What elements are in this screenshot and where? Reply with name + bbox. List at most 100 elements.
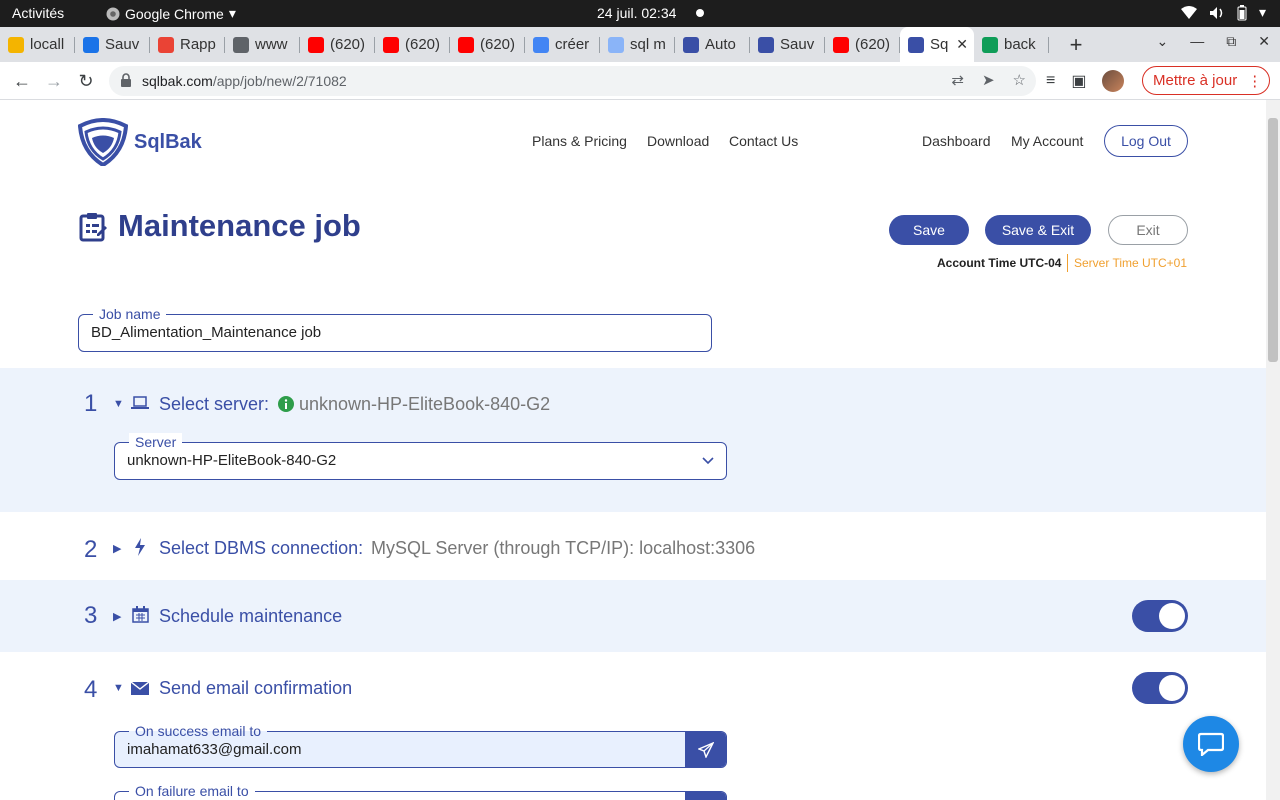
browser-tab[interactable]: (620) — [300, 27, 375, 62]
browser-tab[interactable]: (620) — [825, 27, 900, 62]
page-scrollbar[interactable] — [1266, 100, 1280, 800]
schedule-toggle[interactable] — [1132, 600, 1188, 632]
tab-favicon-icon — [608, 36, 624, 53]
tab-favicon-icon — [908, 36, 924, 53]
chevron-down-icon: ▾ — [1258, 4, 1266, 20]
address-bar[interactable]: sqlbak.com/app/job/new/2/71082 ⇄ ➤ ☆ — [109, 66, 1036, 96]
tab-favicon-icon — [458, 36, 474, 53]
browser-toolbar: ← → ↻ sqlbak.com/app/job/new/2/71082 ⇄ ➤… — [0, 62, 1280, 100]
calendar-icon — [132, 606, 149, 623]
translate-icon[interactable]: ⇄ — [951, 71, 964, 89]
nav-plans-link[interactable]: Plans & Pricing — [532, 133, 627, 149]
browser-tab[interactable]: Sauv — [750, 27, 825, 62]
tab-search-icon[interactable]: ⌄ — [1157, 33, 1169, 50]
browser-tab[interactable]: back — [974, 27, 1049, 62]
app-menu[interactable]: Google Chrome ▾ — [106, 5, 236, 22]
server-select[interactable]: Server unknown-HP-EliteBook-840-G2 — [114, 433, 727, 480]
back-icon[interactable]: ← — [10, 69, 34, 93]
nav-dashboard-link[interactable]: Dashboard — [922, 133, 991, 149]
step-title[interactable]: Send email confirmation — [159, 678, 352, 699]
info-icon — [278, 396, 294, 412]
caret-right-icon[interactable]: ▶ — [113, 610, 121, 623]
send-test-email-button[interactable] — [685, 792, 726, 800]
nav-account-link[interactable]: My Account — [1011, 133, 1083, 149]
close-window-icon[interactable]: ✕ — [1258, 33, 1270, 50]
minimize-icon[interactable]: — — [1190, 33, 1204, 50]
tab-favicon-icon — [158, 36, 174, 53]
restore-icon[interactable]: ⧉ — [1226, 33, 1236, 50]
caret-down-icon[interactable]: ▼ — [113, 398, 124, 410]
step-title[interactable]: Select DBMS connection: — [159, 538, 363, 559]
send-tab-icon[interactable]: ➤ — [982, 71, 995, 89]
job-name-label: Job name — [93, 305, 167, 323]
server-time: Server Time UTC+01 — [1074, 256, 1188, 270]
browser-tab[interactable]: sql m — [600, 27, 675, 62]
volume-icon — [1209, 6, 1223, 19]
step-title[interactable]: Select server: — [159, 394, 269, 415]
step-schedule: 3 ▶ Schedule maintenance — [0, 580, 1266, 652]
server-label: Server — [129, 433, 183, 451]
step-number: 3 — [84, 602, 98, 629]
browser-tab[interactable]: (620) — [375, 27, 450, 62]
save-exit-button[interactable]: Save & Exit — [985, 215, 1091, 245]
scrollbar-thumb[interactable] — [1268, 118, 1278, 362]
side-panel-icon[interactable]: ▣ — [1071, 71, 1086, 91]
browser-tab[interactable]: (620) — [450, 27, 525, 62]
caret-down-icon[interactable]: ▼ — [113, 682, 124, 694]
browser-tab[interactable]: Sq ✕ — [900, 27, 974, 62]
chat-button[interactable] — [1183, 716, 1239, 772]
bookmark-star-icon[interactable]: ☆ — [1013, 71, 1026, 89]
browser-tab[interactable]: Sauv — [75, 27, 150, 62]
profile-avatar[interactable] — [1102, 70, 1125, 92]
chevron-down-icon: ▾ — [228, 5, 236, 21]
update-button[interactable]: Mettre à jour ⋮ — [1142, 66, 1270, 95]
nav-download-link[interactable]: Download — [647, 133, 709, 149]
job-name-value: BD_Alimentation_Maintenance job — [91, 324, 322, 341]
account-time: Account Time UTC-04 — [937, 256, 1062, 270]
chrome-icon — [106, 7, 120, 20]
nav-contact-link[interactable]: Contact Us — [729, 133, 798, 149]
forward-icon[interactable]: → — [42, 69, 66, 93]
laptop-icon — [131, 396, 149, 409]
page-content: SqlBak Plans & Pricing Download Contact … — [0, 100, 1266, 800]
lock-icon — [121, 73, 131, 87]
job-name-field[interactable]: Job name BD_Alimentation_Maintenance job — [78, 305, 712, 352]
tab-strip: locall Sauv Rapp www (620) (620) (620) créer sql… — [0, 27, 1280, 62]
battery-icon — [1237, 4, 1247, 20]
tab-label: Auto — [705, 36, 736, 53]
browser-tab[interactable]: créer — [525, 27, 600, 62]
tab-favicon-icon — [308, 36, 324, 53]
envelope-icon — [131, 682, 149, 695]
step-title[interactable]: Schedule maintenance — [159, 606, 342, 627]
browser-tab[interactable]: www — [225, 27, 300, 62]
exit-button[interactable]: Exit — [1108, 215, 1188, 245]
logout-button[interactable]: Log Out — [1104, 125, 1188, 157]
new-tab-button[interactable]: + — [1061, 32, 1091, 58]
success-email-field[interactable]: On success email to imahamat633@gmail.co… — [114, 722, 727, 768]
browser-tab[interactable]: Auto — [675, 27, 750, 62]
close-tab-icon[interactable]: ✕ — [956, 36, 968, 53]
save-button[interactable]: Save — [889, 215, 969, 245]
tab-label: Sauv — [780, 36, 815, 53]
tab-favicon-icon — [683, 36, 699, 53]
sqlbak-logo[interactable]: SqlBak — [78, 118, 202, 166]
step-email-confirmation: 4 ▼ Send email confirmation On success e… — [0, 652, 1266, 800]
toolbar-icons: ≡ ▣ — [1046, 70, 1125, 92]
email-toggle[interactable] — [1132, 672, 1188, 704]
url-path: /app/job/new/2/71082 — [212, 73, 347, 89]
send-test-email-button[interactable] — [685, 732, 726, 767]
tab-favicon-icon — [758, 36, 774, 53]
tab-label: locall — [30, 36, 65, 53]
reading-list-icon[interactable]: ≡ — [1046, 72, 1055, 90]
success-email-label: On success email to — [129, 722, 268, 740]
server-value: unknown-HP-EliteBook-840-G2 — [127, 452, 337, 469]
clock[interactable]: 24 juil. 02:34 — [597, 5, 676, 21]
failure-email-field[interactable]: On failure email to — [114, 782, 727, 800]
browser-tab[interactable]: locall — [0, 27, 75, 62]
caret-right-icon[interactable]: ▶ — [113, 542, 121, 555]
browser-tab[interactable]: Rapp — [150, 27, 225, 62]
reload-icon[interactable]: ↻ — [74, 69, 98, 93]
tab-favicon-icon — [8, 36, 24, 53]
system-tray[interactable]: ▾ — [1180, 4, 1266, 21]
activities-button[interactable]: Activités — [12, 5, 64, 21]
